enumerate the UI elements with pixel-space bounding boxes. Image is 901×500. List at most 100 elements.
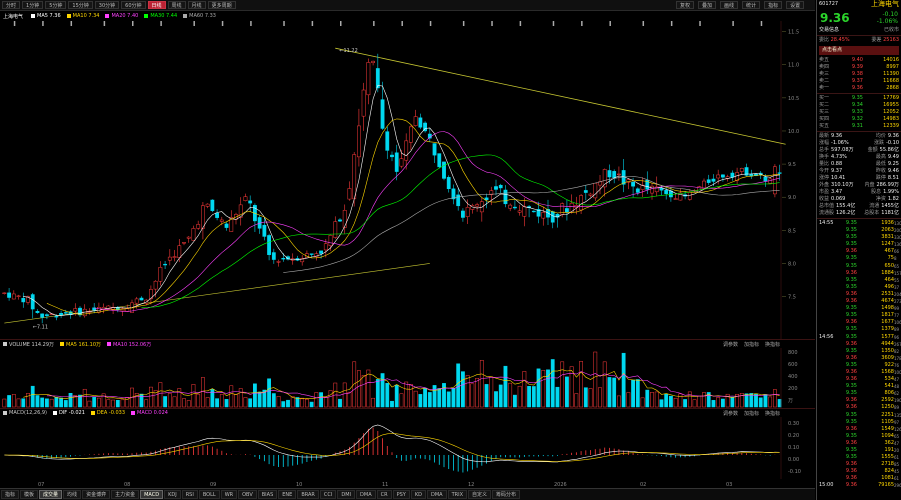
period-tab-7[interactable]: 周线 [167, 1, 186, 9]
bottom-tab-9[interactable]: BOLL [198, 490, 220, 499]
macd-btn-0[interactable]: 调参数 [723, 410, 738, 417]
bottom-tab-2[interactable]: 成交量 [39, 490, 63, 499]
toolbar-btn-5[interactable]: 设置 [786, 1, 805, 9]
sell-level-4[interactable]: 卖四 9.39 8997 [817, 64, 901, 71]
event-marker [160, 21, 162, 26]
bottom-tab-16[interactable]: DMI [337, 490, 356, 499]
price-tick-label: 7.5 [788, 295, 796, 301]
candle-body [352, 154, 357, 200]
candle-body [669, 190, 673, 198]
bottom-tab-1[interactable]: 模板 [20, 490, 39, 499]
low-label: ←7.11 [33, 324, 48, 330]
tab-trade-info[interactable]: 交易信息 [819, 27, 839, 34]
bottom-tab-6[interactable]: MACD [140, 490, 164, 499]
bottom-tab-14[interactable]: BRAR [297, 490, 319, 499]
buy-level-1[interactable]: 买一 9.35 17769 [817, 95, 901, 102]
bottom-tab-8[interactable]: RSI [181, 490, 198, 499]
bottom-tab-4[interactable]: 资金博弈 [82, 490, 111, 499]
bottom-tab-10[interactable]: WR [220, 490, 238, 499]
volume-bar [63, 400, 68, 408]
candle-body [560, 203, 565, 215]
toolbar-btn-4[interactable]: 指标 [764, 1, 783, 9]
volume-bar [201, 377, 205, 408]
toolbar-btn-1[interactable]: 叠加 [698, 1, 717, 9]
volume-bar [461, 371, 465, 408]
bottom-tab-22[interactable]: TRIX [447, 490, 468, 499]
candle-body [593, 182, 598, 199]
indicator-2: MA20 7.40 [105, 13, 138, 19]
sell-level-1[interactable]: 卖一 9.36 2868 [817, 85, 901, 92]
volume-bar [555, 386, 560, 408]
promo-banner[interactable]: 点击看点 [819, 46, 899, 55]
candle-body [711, 178, 716, 182]
buy-level-5[interactable]: 买五 9.31 12339 [817, 123, 901, 130]
vol-btn-2[interactable]: 换指标 [765, 341, 780, 348]
candle-body [338, 219, 342, 222]
volume-bar [730, 396, 735, 408]
buy-level-4[interactable]: 买四 9.32 14983 [817, 116, 901, 123]
volume-bar [763, 394, 768, 408]
volume-tick-label: 600 [788, 362, 798, 368]
volume-bar [21, 398, 26, 408]
bottom-tab-13[interactable]: ENE [278, 490, 297, 499]
volume-bar [238, 388, 243, 408]
event-marker [221, 21, 224, 26]
toolbar-btn-3[interactable]: 统计 [742, 1, 761, 9]
sell-level-2[interactable]: 卖二 9.37 11668 [817, 78, 901, 85]
vol-btn-0[interactable]: 调参数 [723, 341, 738, 348]
bottom-tab-20[interactable]: KD [410, 490, 426, 499]
macd-btn-1[interactable]: 加指标 [744, 410, 759, 417]
indicator-2: MA10 152.06万 [107, 341, 151, 348]
bottom-tab-11[interactable]: OBV [238, 490, 257, 499]
bottom-tab-7[interactable]: KDJ [164, 490, 181, 499]
period-tab-4[interactable]: 30分钟 [94, 1, 120, 9]
candle-body [21, 298, 26, 303]
period-tab-5[interactable]: 60分钟 [121, 1, 146, 9]
bottom-tab-3[interactable]: 均线 [63, 490, 82, 499]
period-tab-3[interactable]: 15分钟 [68, 1, 93, 9]
tick-row: 9.36 3609 178 [845, 354, 901, 361]
bottom-tab-12[interactable]: BIAS [257, 490, 278, 499]
bottom-tab-17[interactable]: DMA [356, 490, 376, 499]
bottom-tab-23[interactable]: 自定义 [468, 490, 492, 499]
sell-level-3[interactable]: 卖三 9.38 11390 [817, 71, 901, 78]
macd-chart[interactable]: 0.30 0.20 0.10 0.00 -0.10 [0, 417, 815, 479]
bottom-tab-24[interactable]: 筹码分布 [492, 490, 521, 499]
toolbar-btn-0[interactable]: 复权 [676, 1, 695, 9]
volume-chart[interactable]: 800 600 400 200 万 [0, 348, 815, 408]
buy-level-2[interactable]: 买二 9.34 16955 [817, 102, 901, 109]
candle-body [475, 204, 479, 207]
volume-bar [172, 396, 177, 408]
candlestick-chart[interactable]: 11.5 11.0 10.5 10.0 9.5 9.0 8.5 8.0 7.5 ←11.22 ←7.… [0, 21, 815, 339]
event-marker [609, 21, 611, 26]
tick-list[interactable]: 14:55 9.35 1936 130 9.35 2063 200 9.35 3831 330 9.… [817, 220, 901, 490]
macd-btn-2[interactable]: 换指标 [765, 410, 780, 417]
sell-level-5[interactable]: 卖五 9.40 14016 [817, 57, 901, 64]
volume-bar [569, 366, 574, 408]
bottom-tab-18[interactable]: CR [376, 490, 392, 499]
period-tab-0[interactable]: 分时 [2, 1, 21, 9]
period-tab-9[interactable]: 更多周期 [207, 1, 236, 9]
candle-body [59, 313, 63, 316]
indicator-0: MA5 7.36 [31, 13, 61, 19]
bottom-tab-0[interactable]: 指标 [1, 490, 20, 499]
bottom-tab-5[interactable]: 主力资金 [111, 490, 140, 499]
volume-bar [579, 361, 583, 408]
buy-level-3[interactable]: 买三 9.33 12052 [817, 109, 901, 116]
price-tick-label: 11.5 [788, 30, 799, 36]
period-tab-6[interactable]: 日线 [147, 1, 166, 9]
period-tab-8[interactable]: 月线 [187, 1, 206, 9]
vol-btn-1[interactable]: 加指标 [744, 341, 759, 348]
candle-body [664, 190, 669, 194]
volume-bar [541, 369, 546, 408]
period-tab-1[interactable]: 1分钟 [22, 1, 44, 9]
period-tab-2[interactable]: 5分钟 [45, 1, 67, 9]
candle-body [342, 210, 347, 228]
bottom-tab-19[interactable]: PSY [392, 490, 410, 499]
tick-row: 9.35 1094 65 [845, 432, 900, 439]
candle-body [366, 62, 371, 96]
bottom-tab-21[interactable]: DMA [426, 490, 447, 499]
candle-body [16, 295, 21, 297]
toolbar-btn-2[interactable]: 画线 [720, 1, 739, 9]
bottom-tab-15[interactable]: CCI [319, 490, 337, 499]
